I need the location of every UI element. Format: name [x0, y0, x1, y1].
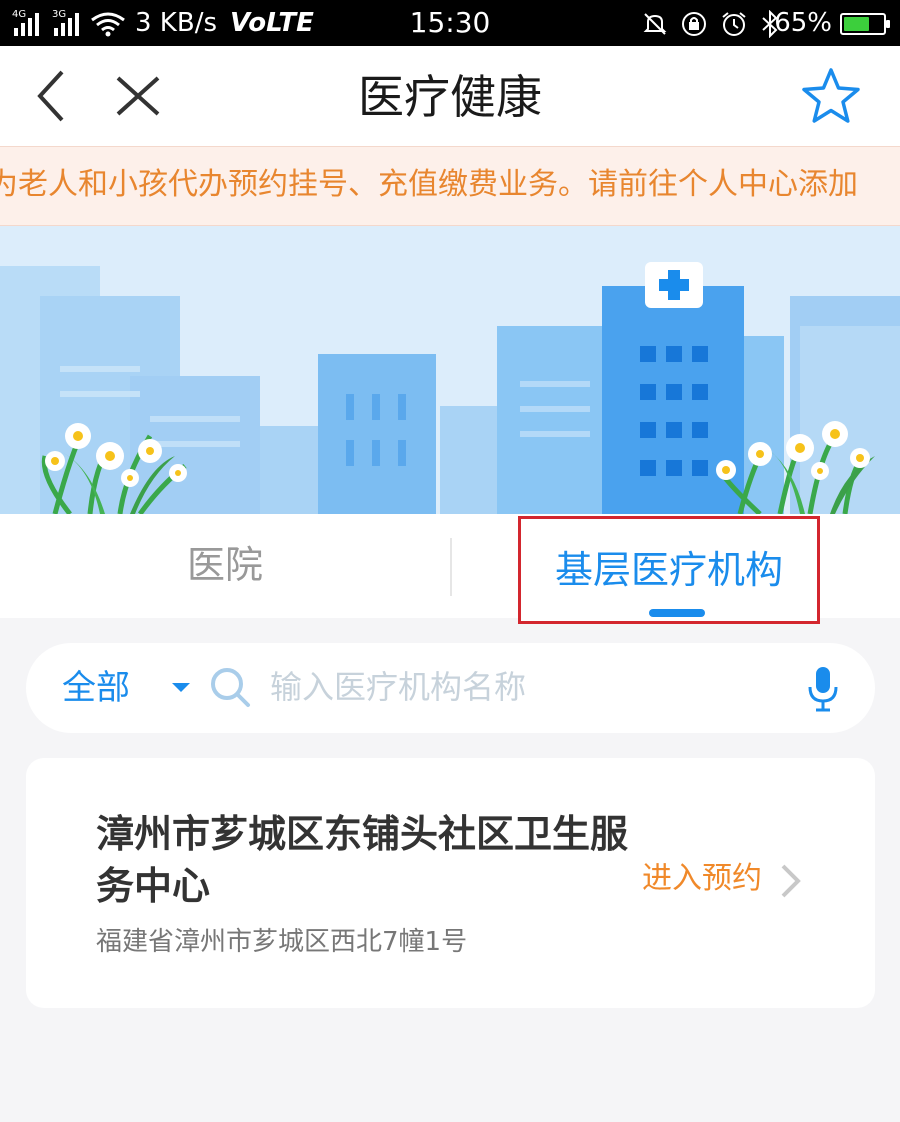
- tab-divider: [450, 538, 452, 596]
- institution-address: 福建省漳州市芗城区西北7幢1号: [96, 927, 468, 957]
- app-header: 医疗健康: [0, 46, 900, 146]
- mute-icon: [643, 13, 667, 35]
- tab-bar: 医院 基层医疗机构: [0, 514, 900, 624]
- notice-bar: 为老人和小孩代办预约挂号、充值缴费业务。请前往个人中心添加: [0, 146, 900, 226]
- status-icons: [642, 10, 780, 38]
- rotation-lock-icon: [682, 12, 706, 36]
- institution-card[interactable]: 漳州市芗城区东铺头社区卫生服务中心 福建省漳州市芗城区西北7幢1号 进入预约: [26, 758, 875, 1008]
- filter-dropdown[interactable]: 全部: [62, 665, 130, 711]
- tab-primary-care-label: 基层医疗机构: [554, 548, 783, 592]
- institution-name: 漳州市芗城区东铺头社区卫生服务中心: [96, 812, 629, 908]
- tab-primary-care[interactable]: 基层医疗机构: [518, 516, 820, 624]
- chevron-right-icon[interactable]: [778, 862, 804, 900]
- status-bar: 4G 3G 3 KB/s VoLTE 15:30 65%: [0, 0, 900, 46]
- battery-percent: 65%: [774, 8, 832, 38]
- book-appointment-link[interactable]: 进入预约: [642, 858, 762, 900]
- search-input[interactable]: 输入医疗机构名称: [270, 665, 526, 709]
- tab-hospital[interactable]: 医院: [0, 540, 450, 590]
- search-bar: 全部 输入医疗机构名称: [26, 643, 875, 733]
- alarm-icon: [722, 12, 746, 36]
- star-icon[interactable]: [800, 66, 862, 128]
- microphone-icon[interactable]: [807, 665, 839, 713]
- chevron-down-icon[interactable]: [172, 683, 190, 692]
- notice-text: 为老人和小孩代办预约挂号、充值缴费业务。请前往个人中心添加: [0, 167, 858, 202]
- active-tab-indicator: [649, 609, 705, 617]
- page-title: 医疗健康: [358, 70, 542, 124]
- banner-illustration: [0, 226, 900, 514]
- search-icon: [211, 668, 250, 707]
- battery-icon: [840, 13, 890, 35]
- battery-fill: [844, 17, 869, 31]
